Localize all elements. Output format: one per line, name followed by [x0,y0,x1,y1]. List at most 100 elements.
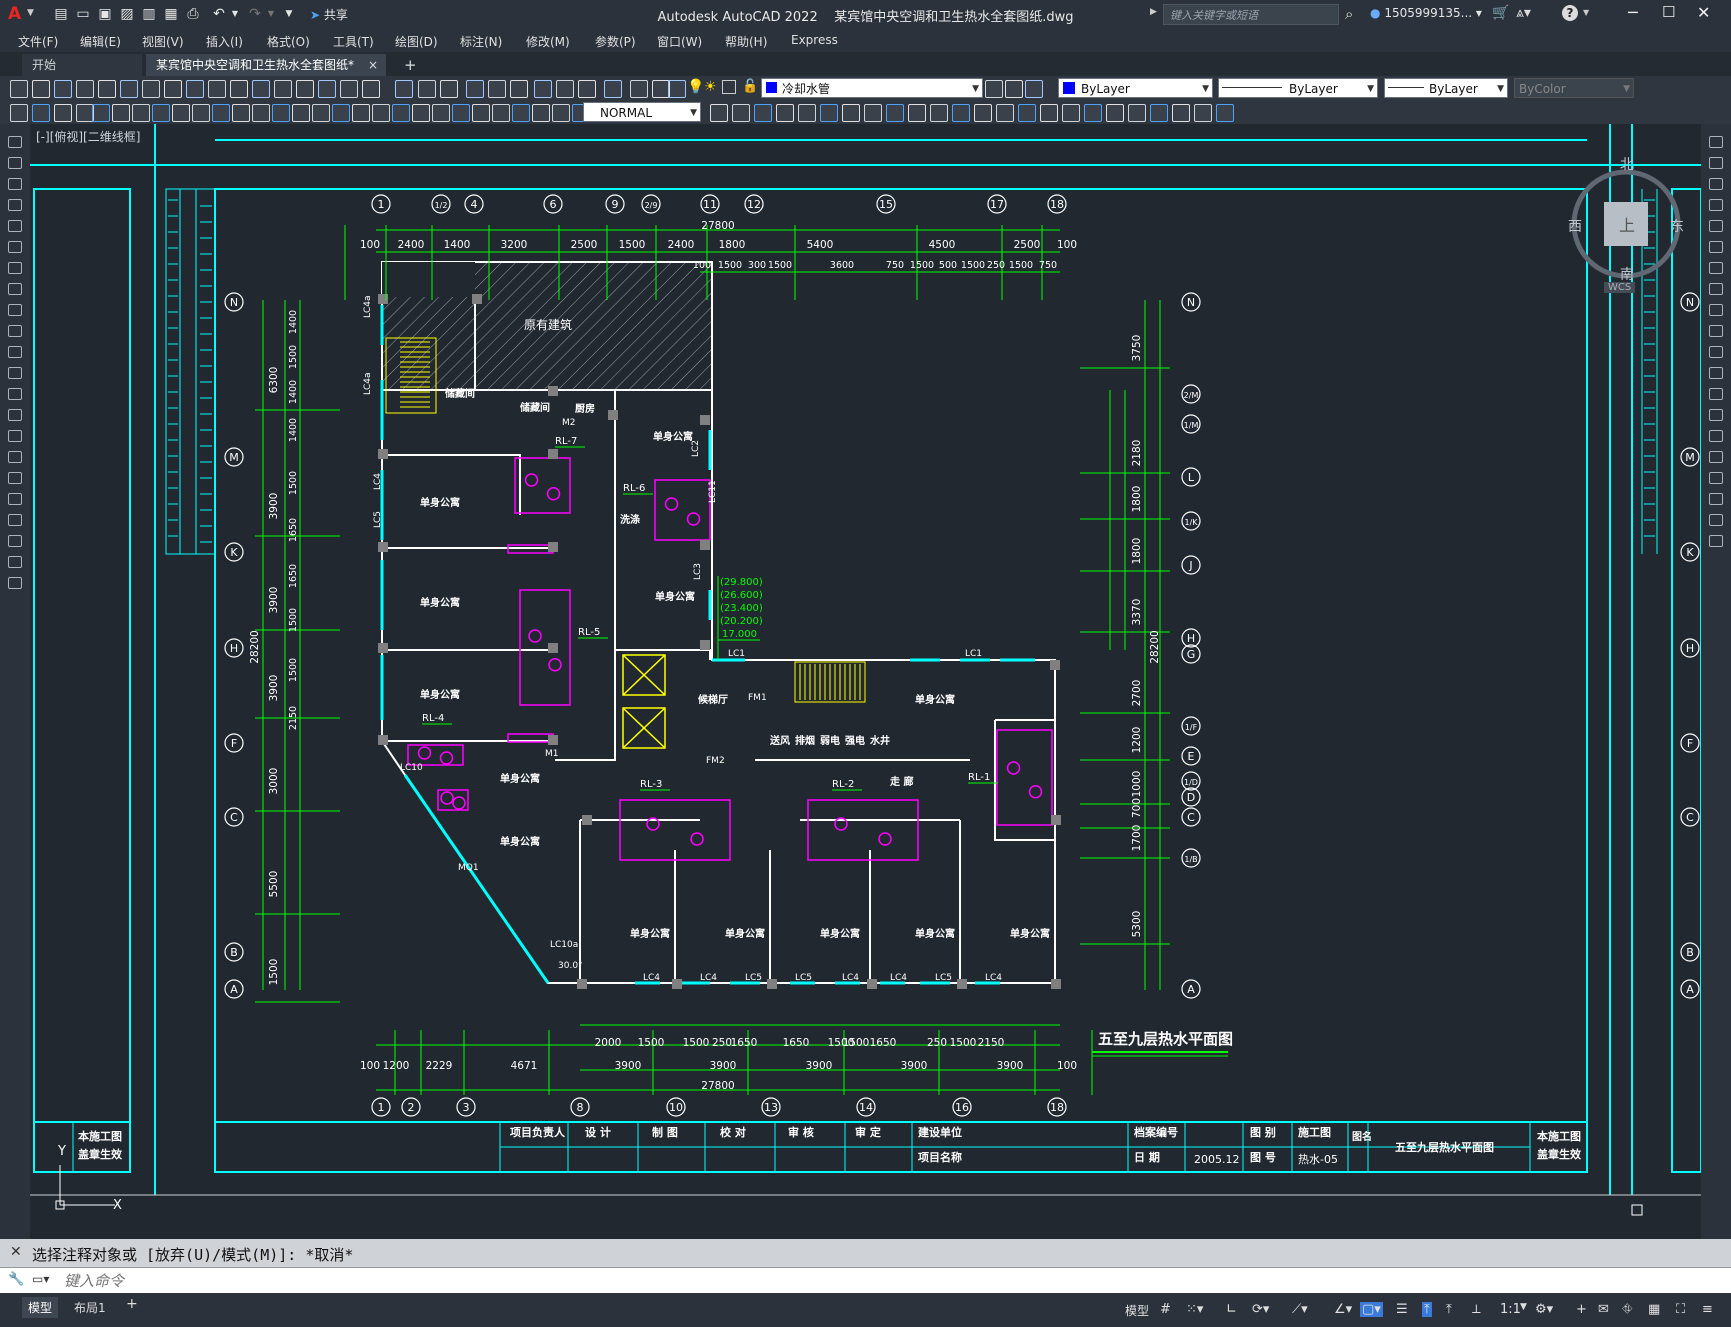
dimension-tool-icon[interactable] [92,104,110,122]
standard-tool-icon[interactable] [510,80,528,98]
redo-dropdown-icon[interactable]: ▼ [262,6,280,22]
dimension-tool-icon[interactable] [1172,104,1190,122]
osnap-icon[interactable]: ∠▾ [1334,1302,1352,1317]
menu-parametric[interactable]: 参数(P) [595,33,636,50]
fullscreen-icon[interactable]: ⛶ [1676,1302,1685,1317]
viewcube-east[interactable]: 东 [1670,216,1684,236]
dimension-tool-icon[interactable] [432,104,450,122]
plus-icon[interactable]: + [1576,1302,1587,1317]
modify-tool-icon[interactable] [1709,136,1723,148]
layer-dropdown[interactable]: 冷却水管 ▼ [761,78,983,98]
menu-draw[interactable]: 绘图(D) [395,33,438,50]
new-tab-button[interactable]: + [394,54,420,76]
ortho-icon[interactable]: ∟ [1226,1302,1237,1317]
minimize-button[interactable]: ─ [1628,3,1638,22]
standard-tool-icon[interactable] [318,80,336,98]
standard-tool-icon[interactable] [98,80,116,98]
standard-tool-icon[interactable] [418,80,436,98]
standard-tool-icon[interactable] [668,80,686,98]
standard-tool-icon[interactable] [142,80,160,98]
close-button[interactable]: ✕ [1697,3,1710,22]
app-menu-chevron-icon[interactable]: ▼ [27,8,34,18]
standard-tool-icon[interactable] [10,80,28,98]
dimension-tool-icon[interactable] [776,104,794,122]
layout-tab-model[interactable]: 模型 [22,1297,59,1318]
draw-tool-icon[interactable] [8,367,22,379]
lineweight-icon[interactable]: ☰ [1396,1302,1408,1317]
standard-tool-icon[interactable] [534,80,552,98]
dimension-tool-icon[interactable] [886,104,904,122]
modify-tool-icon[interactable] [1709,451,1723,463]
draw-tool-icon[interactable] [8,199,22,211]
modify-tool-icon[interactable] [1709,304,1723,316]
lineweight-dropdown[interactable]: ByLayer ▼ [1384,78,1508,98]
snap-icon[interactable]: ⁙▾ [1186,1302,1203,1317]
standard-tool-icon[interactable] [54,80,72,98]
menu-tools[interactable]: 工具(T) [333,33,374,50]
draw-tool-icon[interactable] [8,304,22,316]
annotation-monitor-icon[interactable]: ⤒ [1422,1302,1432,1317]
viewport-controls[interactable]: [-][俯视][二维线框] [36,128,140,145]
draw-tool-icon[interactable] [8,388,22,400]
polar-icon[interactable]: ⟳▾ [1252,1302,1269,1317]
new-file-icon[interactable]: ▤ [52,6,70,22]
drawing-canvas[interactable]: 原有建筑 100 2400 1400 3200 2500 1500 2400 1… [30,124,1702,1239]
dimension-tool-icon[interactable] [10,104,28,122]
dimension-tool-icon[interactable] [996,104,1014,122]
standard-tool-icon[interactable] [985,80,1003,98]
dimension-tool-icon[interactable] [1216,104,1234,122]
modify-tool-icon[interactable] [1709,199,1723,211]
annotation-autoscale-icon[interactable]: ⟂ [1472,1302,1481,1317]
standard-tool-icon[interactable] [340,80,358,98]
isodraft-icon[interactable]: ⟋▾ [1292,1302,1308,1317]
open-web-icon[interactable]: ▥ [140,6,158,22]
layout-tab-1[interactable]: 布局1 [68,1297,112,1318]
dimension-tool-icon[interactable] [1040,104,1058,122]
layer-bulb-icon[interactable]: 💡 [687,79,704,95]
performance-icon[interactable]: ▦ [1648,1302,1660,1317]
draw-tool-icon[interactable] [8,556,22,568]
draw-tool-icon[interactable] [8,409,22,421]
dimension-tool-icon[interactable] [452,104,470,122]
menu-dimension[interactable]: 标注(N) [460,33,502,50]
dimension-tool-icon[interactable] [192,104,210,122]
menu-window[interactable]: 窗口(W) [657,33,702,50]
menu-express[interactable]: Express [791,33,838,47]
plotstyle-dropdown[interactable]: ByColor ▼ [1514,78,1634,98]
wcs-menu[interactable]: WCS [1604,282,1636,293]
viewcube-north[interactable]: 北 [1620,154,1634,174]
viewcube-south[interactable]: 南 [1620,264,1634,284]
modify-tool-icon[interactable] [1709,367,1723,379]
customize-icon[interactable]: 🔧 [8,1272,24,1287]
draw-tool-icon[interactable] [8,472,22,484]
dimension-tool-icon[interactable] [352,104,370,122]
viewcube[interactable]: 北 南 西 东 上 WCS [1566,154,1686,304]
dimension-tool-icon[interactable] [54,104,72,122]
standard-tool-icon[interactable] [440,80,458,98]
layer-sun-icon[interactable]: ☀ [704,79,717,95]
dimension-tool-icon[interactable] [312,104,330,122]
selection-cycling-icon[interactable]: ▢▾ [1360,1302,1383,1317]
dimension-tool-icon[interactable] [252,104,270,122]
save-icon[interactable]: ▣ [96,6,114,22]
dimension-tool-icon[interactable] [512,104,530,122]
dimension-tool-icon[interactable] [172,104,190,122]
standard-tool-icon[interactable] [76,80,94,98]
grid-icon[interactable]: # [1160,1302,1171,1317]
standard-tool-icon[interactable] [252,80,270,98]
draw-tool-icon[interactable] [8,178,22,190]
model-space-button[interactable]: 模型 [1125,1302,1149,1319]
modify-tool-icon[interactable] [1709,346,1723,358]
menu-modify[interactable]: 修改(M) [526,33,570,50]
dimension-tool-icon[interactable] [1106,104,1124,122]
standard-tool-icon[interactable] [1005,80,1023,98]
dimension-tool-icon[interactable] [292,104,310,122]
modify-tool-icon[interactable] [1709,430,1723,442]
user-account[interactable]: ● 1505999135... ▾ [1370,6,1482,20]
dimension-tool-icon[interactable] [232,104,250,122]
color-dropdown[interactable]: ByLayer ▼ [1058,78,1213,98]
dimension-tool-icon[interactable] [212,104,230,122]
modify-tool-icon[interactable] [1709,178,1723,190]
draw-tool-icon[interactable] [8,262,22,274]
modify-tool-icon[interactable] [1709,535,1723,547]
